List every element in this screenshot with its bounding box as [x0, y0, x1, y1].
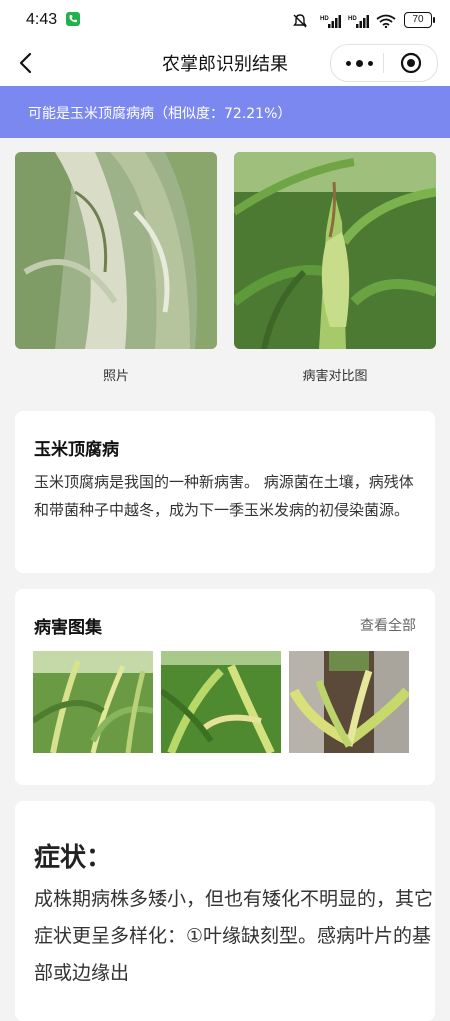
corn-leaf-photo-image — [15, 152, 217, 349]
result-text: 可能是玉米顶腐病病（相似度：72.21%） — [28, 106, 292, 122]
symptoms-text: 成株期病株多矮小，但也有矮化不明显的，其它症状更呈多样化：①叶缘缺刻型。感病叶片… — [34, 888, 434, 984]
corn-seedling-image — [289, 651, 409, 753]
mini-program-capsule — [330, 44, 438, 82]
corn-plant-comparison-image — [234, 152, 436, 349]
corn-field-image — [33, 651, 153, 753]
disease-name: 玉米顶腐病 — [34, 440, 119, 460]
view-all-link[interactable]: 查看全部 — [360, 615, 416, 635]
status-time: 4:43 — [26, 11, 58, 28]
gallery-title: 病害图集 — [34, 618, 102, 638]
dot-icon — [356, 60, 363, 67]
dot-icon — [346, 61, 351, 66]
capsule-divider — [383, 53, 384, 73]
nav-bar: 农掌郎识别结果 — [0, 40, 450, 86]
disease-gallery-card: 病害图集 查看全部 — [15, 589, 435, 785]
gallery-image[interactable] — [33, 651, 153, 753]
comparison-caption: 病害对比图 — [302, 369, 368, 384]
user-photo[interactable] — [15, 152, 217, 349]
battery-icon: 70 — [404, 12, 435, 28]
photo-section: 照片 病害对比图 — [0, 138, 450, 396]
signal-hd-icon: HD — [320, 13, 342, 28]
gallery-image[interactable] — [161, 651, 281, 753]
corn-leaves-image — [161, 651, 281, 753]
wifi-icon — [376, 13, 398, 29]
dot-icon — [368, 61, 373, 66]
signal-hd-icon: HD — [348, 13, 370, 28]
comparison-photo[interactable] — [234, 152, 436, 349]
result-banner: 可能是玉米顶腐病病（相似度：72.21%） — [0, 86, 450, 138]
status-bar: 4:43 HD HD 70 — [0, 0, 450, 40]
mute-icon — [292, 13, 314, 28]
symptoms-card: 症状： 成株期病株多矮小，但也有矮化不明显的，其它症状更呈多样化：①叶缘缺刻型。… — [15, 801, 435, 1021]
disease-description: 玉米顶腐病是我国的一种新病害。 病源菌在土壤，病残体和带菌种子中越冬，成为下一季… — [34, 473, 414, 519]
svg-text:HD: HD — [348, 16, 357, 22]
svg-text:HD: HD — [320, 16, 329, 22]
phone-call-icon — [66, 12, 80, 26]
status-icons: HD HD 70 — [292, 10, 435, 30]
target-close-icon — [400, 52, 422, 74]
photo-caption: 照片 — [102, 369, 129, 384]
gallery-image[interactable] — [289, 651, 409, 753]
disease-description-card: 玉米顶腐病 玉米顶腐病是我国的一种新病害。 病源菌在土壤，病残体和带菌种子中越冬… — [15, 411, 435, 573]
symptoms-title: 症状： — [34, 843, 113, 873]
close-button[interactable] — [391, 49, 431, 77]
more-button[interactable] — [339, 49, 379, 77]
